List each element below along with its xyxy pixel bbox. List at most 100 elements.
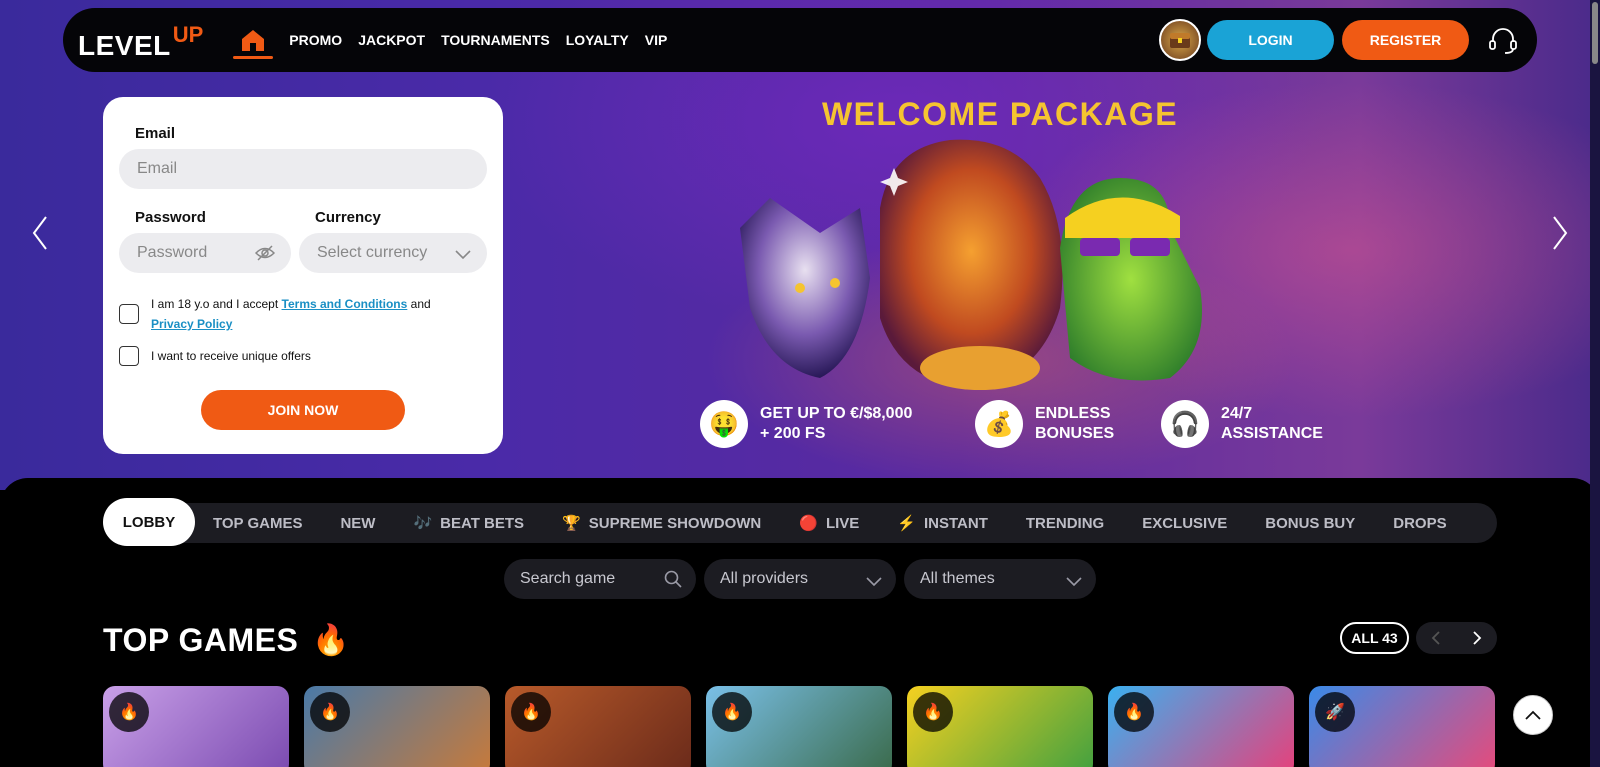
tab-live[interactable]: 🔴 LIVE [799, 514, 859, 533]
chevron-down-icon [1066, 574, 1082, 592]
headphones-icon: 🎧 [1161, 400, 1209, 448]
hot-badge-icon: 🔥 [310, 692, 350, 732]
nav-tournaments[interactable]: TOURNAMENTS [441, 32, 550, 48]
gumball-game-card[interactable]: 🚀 [1309, 686, 1495, 767]
lightning-icon: ⚡ [897, 515, 916, 532]
register-button[interactable]: REGISTER [1342, 20, 1469, 60]
promo-title: WELCOME PACKAGE [821, 96, 1179, 132]
perk-endless-line1: ENDLESS [1035, 405, 1111, 422]
providers-select[interactable]: All providers [704, 559, 896, 599]
logo[interactable]: LEVEL UP [78, 20, 203, 60]
terms-and: and [410, 297, 431, 311]
search-icon [664, 570, 682, 593]
password-field[interactable]: Password [119, 233, 291, 273]
fire-icon: 🔥 [312, 624, 351, 657]
page-scrollbar[interactable] [1590, 0, 1600, 767]
tab-bonus-buy[interactable]: BONUS BUY [1265, 515, 1355, 532]
music-notes-icon: 🎶 [413, 515, 433, 532]
password-placeholder: Password [137, 244, 208, 261]
olympus-game-card[interactable]: 🔥 [103, 686, 289, 767]
hot-badge-icon: 🔥 [913, 692, 953, 732]
perk-bonus-line2: + 200 FS [760, 425, 826, 442]
themes-select[interactable]: All themes [904, 559, 1096, 599]
games-pager [1416, 622, 1497, 654]
main-nav: PROMO JACKPOT TOURNAMENTS LOYALTY VIP [233, 8, 675, 72]
avatar[interactable] [1159, 19, 1201, 61]
perk-assistance-line1: 24/7 [1221, 405, 1253, 422]
section-title: TOP GAMES 🔥 [103, 622, 350, 659]
headset-icon[interactable] [1485, 22, 1521, 58]
perk-assistance: 🎧 24/7 ASSISTANCE [1161, 400, 1323, 448]
tab-drops[interactable]: DROPS [1393, 515, 1446, 532]
hot-badge-icon: 🔥 [109, 692, 149, 732]
tab-exclusive[interactable]: EXCLUSIVE [1142, 515, 1227, 532]
chevron-down-icon [455, 247, 471, 265]
password-label: Password [135, 209, 206, 226]
tab-lobby[interactable]: LOBBY [103, 498, 195, 546]
hot-badge-icon: 🔥 [712, 692, 752, 732]
header-actions: LOGIN REGISTER [1159, 19, 1521, 61]
candy-game-card[interactable]: 🔥 [1108, 686, 1294, 767]
currency-select[interactable]: Select currency [299, 233, 487, 273]
currency-label: Currency [315, 209, 381, 226]
logo-text: LEVEL [78, 30, 171, 61]
terms-text: I am 18 y.o and I accept Terms and Condi… [151, 294, 471, 334]
chevron-up-icon [1525, 710, 1541, 720]
perk-assistance-line2: ASSISTANCE [1221, 425, 1323, 442]
trophy-icon: 🏆 [562, 515, 581, 532]
money-bag-icon: 💰 [975, 400, 1023, 448]
live-dot-icon: 🔴 [799, 515, 818, 532]
slider-next-arrow-icon[interactable] [1548, 213, 1572, 253]
fishing-game-card[interactable]: 🔥 [706, 686, 892, 767]
privacy-policy-link[interactable]: Privacy Policy [151, 317, 232, 331]
login-button[interactable]: LOGIN [1207, 20, 1334, 60]
themes-value: All themes [920, 570, 995, 587]
tab-new[interactable]: NEW [340, 515, 375, 532]
nav-promo[interactable]: PROMO [289, 32, 342, 48]
nav-loyalty[interactable]: LOYALTY [566, 32, 629, 48]
home-icon[interactable] [233, 8, 274, 72]
tab-top-games[interactable]: TOP GAMES [213, 515, 302, 532]
logo-accent-text: UP [172, 22, 204, 47]
view-all-button[interactable]: ALL 43 [1340, 622, 1409, 654]
eye-hidden-icon[interactable] [254, 245, 276, 266]
money-face-icon: 🤑 [700, 400, 748, 448]
category-tabs: TOP GAMES NEW 🎶 BEAT BETS 🏆 SUPREME SHOWDO… [103, 503, 1497, 543]
chevron-down-icon [866, 574, 882, 592]
next-page-icon[interactable] [1457, 622, 1498, 654]
section-title-text: TOP GAMES [103, 622, 299, 658]
terms-checkbox[interactable] [119, 304, 139, 324]
terms-link[interactable]: Terms and Conditions [282, 297, 408, 311]
hot-badge-icon: 🔥 [1114, 692, 1154, 732]
perk-endless-line2: BONUSES [1035, 425, 1115, 442]
scrollbar-thumb[interactable] [1592, 2, 1598, 64]
top-navigation-bar: LEVEL UP PROMO JACKPOT TOURNAMENTS LOYAL… [63, 8, 1537, 72]
perk-endless-bonuses: 💰 ENDLESS BONUSES [975, 400, 1114, 448]
email-field[interactable]: Email [119, 149, 487, 189]
email-label: Email [135, 125, 176, 142]
registration-form: Email Email Password Password Currency S… [103, 97, 503, 454]
terms-prefix: I am 18 y.o and I accept [151, 297, 279, 311]
tab-instant[interactable]: ⚡ INSTANT [897, 514, 988, 533]
explorer-game-card[interactable]: 🔥 [505, 686, 691, 767]
hot-badge-icon: 🔥 [511, 692, 551, 732]
currency-placeholder: Select currency [317, 244, 428, 261]
offers-checkbox[interactable] [119, 346, 139, 366]
perk-bonus: 🤑 GET UP TO €/$8,000 + 200 FS [700, 400, 912, 448]
tab-trending[interactable]: TRENDING [1026, 515, 1104, 532]
perk-bonus-line1: GET UP TO €/$8,000 [760, 405, 913, 422]
join-now-button[interactable]: JOIN NOW [201, 390, 405, 430]
scroll-to-top-button[interactable] [1513, 695, 1553, 735]
nav-vip[interactable]: VIP [645, 32, 668, 48]
offers-text: I want to receive unique offers [151, 349, 311, 363]
fisherman-game-card[interactable]: 🔥 [304, 686, 490, 767]
search-input[interactable]: Search game [504, 559, 696, 599]
tab-beat-bets[interactable]: 🎶 BEAT BETS [413, 514, 524, 533]
frog-game-card[interactable]: 🔥 [907, 686, 1093, 767]
hot-badge-icon: 🚀 [1315, 692, 1355, 732]
tab-supreme-showdown[interactable]: 🏆 SUPREME SHOWDOWN [562, 514, 761, 533]
prev-page-icon[interactable] [1416, 622, 1457, 654]
promo-artwork [740, 139, 1202, 390]
slider-prev-arrow-icon[interactable] [28, 213, 52, 253]
nav-jackpot[interactable]: JACKPOT [358, 32, 425, 48]
